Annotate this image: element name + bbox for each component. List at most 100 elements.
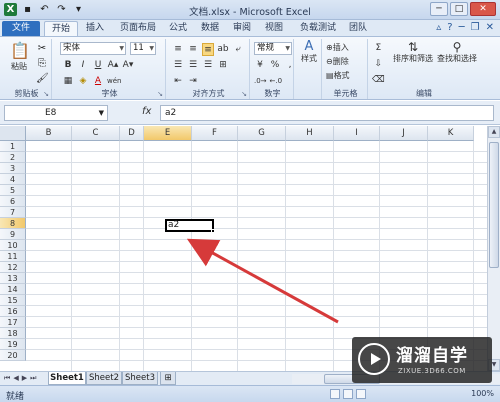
font-size-select[interactable]: 11 ▼	[130, 42, 156, 55]
bold-button[interactable]: B	[62, 59, 74, 72]
italic-button[interactable]: I	[77, 59, 89, 72]
orientation-icon[interactable]: ab	[217, 43, 229, 56]
format-painter-icon[interactable]: 🖌	[36, 73, 49, 85]
workbook-minimize-icon[interactable]: ─	[459, 22, 465, 33]
column-header-i[interactable]: I	[334, 126, 380, 141]
page-break-view-icon[interactable]	[356, 389, 366, 399]
align-left-icon[interactable]: ☰	[172, 59, 184, 72]
tab-insert[interactable]: 插入	[80, 21, 110, 36]
sheet-tab-sheet2[interactable]: Sheet2	[86, 372, 122, 385]
sheet-tab-sheet3[interactable]: Sheet3	[122, 372, 158, 385]
row-header-12[interactable]: 12	[0, 262, 26, 273]
underline-button[interactable]: U	[92, 59, 104, 72]
help-icon[interactable]: ?	[447, 22, 452, 33]
row-header-13[interactable]: 13	[0, 273, 26, 284]
column-header-h[interactable]: H	[286, 126, 334, 141]
row-header-1[interactable]: 1	[0, 141, 26, 152]
fill-icon[interactable]: ⇩	[372, 58, 385, 71]
page-layout-view-icon[interactable]	[343, 389, 353, 399]
row-header-20[interactable]: 20	[0, 350, 26, 361]
fill-color-icon[interactable]: ◈	[77, 75, 89, 88]
align-bottom-icon[interactable]: ≡	[202, 43, 214, 56]
copy-icon[interactable]: ⎘	[36, 58, 48, 70]
row-header-8[interactable]: 8	[0, 218, 26, 229]
row-header-2[interactable]: 2	[0, 152, 26, 163]
vertical-scrollbar[interactable]: ▲ ▼	[487, 126, 500, 371]
column-header-k[interactable]: K	[428, 126, 474, 141]
tab-load-test[interactable]: 负载测试	[296, 21, 340, 36]
increase-indent-icon[interactable]: ⇥	[187, 75, 199, 88]
row-header-7[interactable]: 7	[0, 207, 26, 218]
row-header-6[interactable]: 6	[0, 196, 26, 207]
insert-cells-button[interactable]: ⊕插入	[326, 42, 350, 53]
vertical-scroll-thumb[interactable]	[489, 142, 499, 268]
column-header-e[interactable]: E	[144, 126, 192, 141]
align-center-icon[interactable]: ☰	[187, 59, 199, 72]
first-sheet-icon[interactable]: ⏮	[4, 374, 10, 383]
font-color-button[interactable]: A	[92, 75, 104, 88]
workbook-close-icon[interactable]: ✕	[486, 22, 494, 33]
styles-button[interactable]: A 样式	[297, 40, 321, 64]
active-cell[interactable]: a2	[165, 219, 214, 232]
workbook-restore-icon[interactable]: ❐	[471, 22, 480, 33]
paste-button[interactable]: 📋 粘贴	[8, 41, 30, 72]
row-header-17[interactable]: 17	[0, 317, 26, 328]
wrap-text-icon[interactable]: ⤶	[232, 43, 244, 56]
percent-button[interactable]: %	[269, 59, 281, 72]
decrease-decimal-icon[interactable]: ←.0	[270, 75, 283, 88]
tab-team[interactable]: 团队	[344, 21, 372, 36]
row-header-16[interactable]: 16	[0, 306, 26, 317]
shrink-font-icon[interactable]: A▾	[122, 59, 134, 72]
sheet-tab-sheet1[interactable]: Sheet1	[48, 372, 86, 385]
font-launcher-icon[interactable]: ↘	[157, 90, 163, 98]
clear-icon[interactable]: ⌫	[372, 74, 385, 87]
insert-sheet-icon[interactable]: ⊞	[160, 372, 176, 385]
maximize-button[interactable]: □	[450, 2, 468, 16]
clipboard-launcher-icon[interactable]: ↘	[43, 90, 49, 98]
format-cells-button[interactable]: ▤格式	[326, 70, 350, 81]
phonetic-button[interactable]: wén	[107, 75, 121, 88]
currency-icon[interactable]: ¥	[254, 59, 266, 72]
prev-sheet-icon[interactable]: ◀	[13, 374, 18, 383]
font-name-select[interactable]: 宋体 ▼	[60, 42, 126, 55]
column-header-d[interactable]: D	[120, 126, 144, 141]
close-button[interactable]: ✕	[470, 2, 496, 16]
name-box[interactable]: E8 ▼	[4, 105, 108, 121]
row-header-14[interactable]: 14	[0, 284, 26, 295]
tab-review[interactable]: 审阅	[228, 21, 256, 36]
tab-formulas[interactable]: 公式	[164, 21, 192, 36]
last-sheet-icon[interactable]: ⏭	[30, 374, 36, 383]
column-header-b[interactable]: B	[26, 126, 72, 141]
grow-font-icon[interactable]: A▴	[107, 59, 119, 72]
normal-view-icon[interactable]	[330, 389, 340, 399]
row-header-19[interactable]: 19	[0, 339, 26, 350]
worksheet-grid[interactable]: BCDEFGHIJK 1 2 3 4 5 6 7 8 9 10 11 12 13 14 15 16 17 18 19…	[0, 126, 487, 371]
scroll-up-icon[interactable]: ▲	[488, 126, 500, 138]
insert-function-button[interactable]: fx	[142, 106, 151, 117]
tab-home[interactable]: 开始	[44, 21, 78, 36]
column-header-c[interactable]: C	[72, 126, 120, 141]
zoom-level[interactable]: 100%	[471, 389, 494, 398]
fill-handle[interactable]	[211, 229, 215, 233]
row-header-18[interactable]: 18	[0, 328, 26, 339]
find-select-button[interactable]: ⚲ 查找和选择	[436, 41, 478, 64]
align-top-icon[interactable]: ≡	[172, 43, 184, 56]
autosum-button[interactable]: Σ	[372, 42, 385, 55]
column-header-f[interactable]: F	[192, 126, 238, 141]
align-right-icon[interactable]: ☰	[202, 59, 214, 72]
next-sheet-icon[interactable]: ▶	[22, 374, 27, 383]
tab-page-layout[interactable]: 页面布局	[114, 21, 162, 36]
number-format-select[interactable]: 常规 ▼	[254, 42, 292, 55]
comma-button[interactable]: ,	[284, 59, 296, 72]
tab-view[interactable]: 视图	[260, 21, 288, 36]
row-header-5[interactable]: 5	[0, 185, 26, 196]
minimize-button[interactable]: ─	[430, 2, 448, 16]
collapse-ribbon-icon[interactable]: ▵	[436, 22, 441, 33]
row-header-10[interactable]: 10	[0, 240, 26, 251]
row-header-15[interactable]: 15	[0, 295, 26, 306]
increase-decimal-icon[interactable]: .0→	[254, 75, 267, 88]
alignment-launcher-icon[interactable]: ↘	[241, 90, 247, 98]
column-header-j[interactable]: J	[380, 126, 428, 141]
tab-data[interactable]: 数据	[196, 21, 224, 36]
row-header-4[interactable]: 4	[0, 174, 26, 185]
